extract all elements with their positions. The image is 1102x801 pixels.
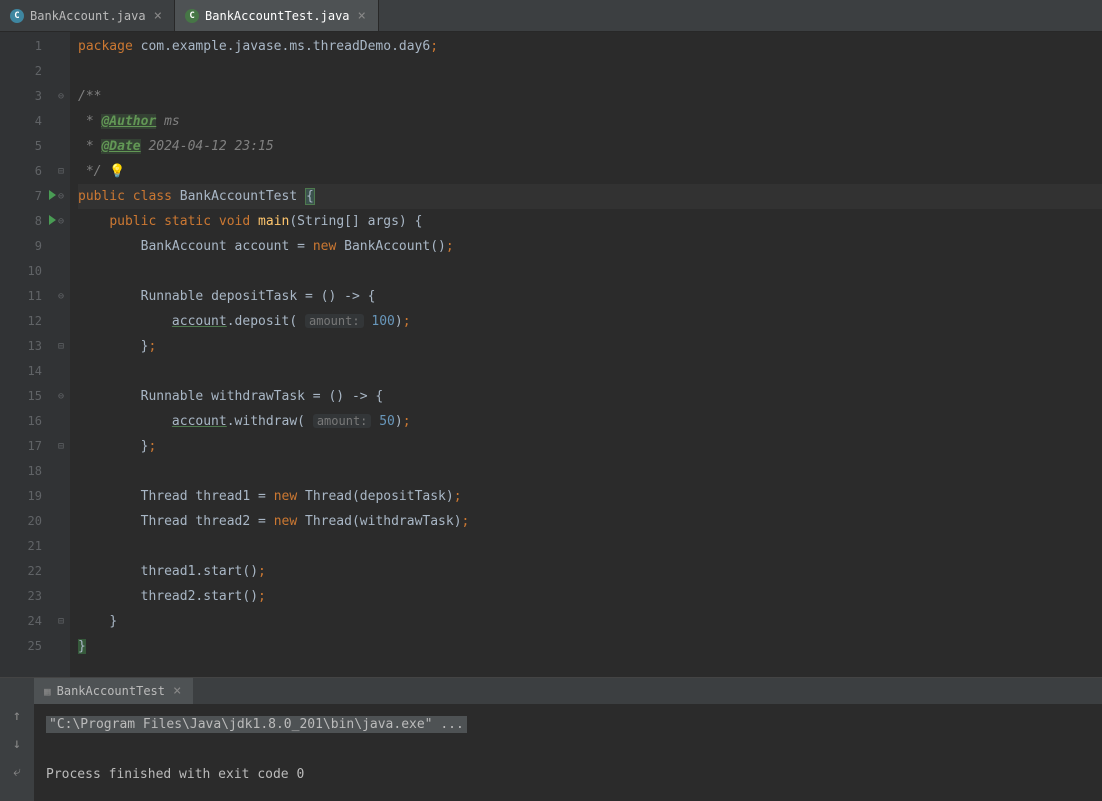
code-line[interactable]: } bbox=[78, 634, 1102, 659]
line-number: 2 bbox=[0, 59, 52, 84]
run-toolbar: ↑ ↓ ⤶ bbox=[0, 678, 34, 801]
editor-tab-bar: C BankAccount.java × C BankAccountTest.j… bbox=[0, 0, 1102, 32]
editor-area[interactable]: 1 2 3 4 5 6 7 8 9 10 11 12 13 14 15 16 1… bbox=[0, 32, 1102, 677]
code-line[interactable]: Thread thread2 = new Thread(withdrawTask… bbox=[78, 509, 1102, 534]
fold-icon[interactable]: ⊟ bbox=[52, 609, 70, 634]
line-number: 24 bbox=[0, 609, 52, 634]
fold-column: ⊖ ⊟ ⊖ ⊖ ⊖ ⊟ ⊖ ⊟ ⊟ bbox=[52, 32, 70, 677]
code-column[interactable]: package com.example.javase.ms.threadDemo… bbox=[70, 32, 1102, 677]
fold-icon[interactable]: ⊖ bbox=[52, 384, 70, 409]
code-line[interactable]: }; bbox=[78, 334, 1102, 359]
code-line[interactable]: * @Date 2024-04-12 23:15 bbox=[78, 134, 1102, 159]
line-number: 6 bbox=[0, 159, 52, 184]
code-line[interactable]: /** bbox=[78, 84, 1102, 109]
line-number: 19 bbox=[0, 484, 52, 509]
code-line[interactable]: } bbox=[78, 609, 1102, 634]
class-icon: C bbox=[10, 9, 24, 23]
tab-label: BankAccount.java bbox=[30, 9, 146, 23]
line-gutter: 1 2 3 4 5 6 7 8 9 10 11 12 13 14 15 16 1… bbox=[0, 32, 52, 677]
close-icon[interactable]: × bbox=[152, 8, 164, 24]
code-line[interactable]: account.withdraw( amount: 50); bbox=[78, 409, 1102, 434]
code-line[interactable]: public class BankAccountTest { bbox=[78, 184, 1102, 209]
code-line[interactable]: thread2.start(); bbox=[78, 584, 1102, 609]
fold-icon[interactable]: ⊖ bbox=[52, 284, 70, 309]
line-number: 10 bbox=[0, 259, 52, 284]
code-line[interactable] bbox=[78, 59, 1102, 84]
code-line[interactable]: Thread thread1 = new Thread(depositTask)… bbox=[78, 484, 1102, 509]
code-line[interactable] bbox=[78, 534, 1102, 559]
line-number: 15 bbox=[0, 384, 52, 409]
line-number: 18 bbox=[0, 459, 52, 484]
line-number: 22 bbox=[0, 559, 52, 584]
code-line[interactable]: * @Author ms bbox=[78, 109, 1102, 134]
fold-icon[interactable]: ⊟ bbox=[52, 334, 70, 359]
line-number: 21 bbox=[0, 534, 52, 559]
code-line[interactable]: BankAccount account = new BankAccount(); bbox=[78, 234, 1102, 259]
code-line[interactable]: */ 💡 bbox=[78, 159, 1102, 184]
run-tab-bar: ▦ BankAccountTest × bbox=[34, 678, 1102, 704]
console-command: "C:\Program Files\Java\jdk1.8.0_201\bin\… bbox=[46, 716, 467, 733]
line-number: 8 bbox=[0, 209, 52, 234]
line-number: 12 bbox=[0, 309, 52, 334]
line-number: 16 bbox=[0, 409, 52, 434]
code-line[interactable] bbox=[78, 359, 1102, 384]
code-line[interactable]: Runnable withdrawTask = () -> { bbox=[78, 384, 1102, 409]
run-gutter-icon[interactable] bbox=[49, 215, 56, 225]
arrow-up-icon[interactable]: ↑ bbox=[13, 708, 21, 724]
line-number: 11 bbox=[0, 284, 52, 309]
console-exit-line: Process finished with exit code 0 bbox=[46, 767, 304, 782]
console-output[interactable]: "C:\Program Files\Java\jdk1.8.0_201\bin\… bbox=[34, 704, 1102, 801]
class-run-icon: C bbox=[185, 9, 199, 23]
run-gutter-icon[interactable] bbox=[49, 190, 56, 200]
line-number: 9 bbox=[0, 234, 52, 259]
run-panel: ↑ ↓ ⤶ ▦ BankAccountTest × "C:\Program Fi… bbox=[0, 677, 1102, 801]
fold-icon[interactable]: ⊖ bbox=[52, 84, 70, 109]
line-number: 14 bbox=[0, 359, 52, 384]
line-number: 1 bbox=[0, 34, 52, 59]
code-line[interactable] bbox=[78, 459, 1102, 484]
close-icon[interactable]: × bbox=[356, 8, 368, 24]
close-icon[interactable]: × bbox=[171, 683, 183, 699]
console-icon: ▦ bbox=[44, 685, 51, 698]
code-line[interactable]: }; bbox=[78, 434, 1102, 459]
tab-bankaccounttest[interactable]: C BankAccountTest.java × bbox=[175, 0, 379, 31]
line-number: 7 bbox=[0, 184, 52, 209]
tab-bankaccount[interactable]: C BankAccount.java × bbox=[0, 0, 175, 31]
wrap-icon[interactable]: ⤶ bbox=[13, 764, 21, 780]
run-tab[interactable]: ▦ BankAccountTest × bbox=[34, 678, 193, 704]
code-line[interactable]: public static void main(String[] args) { bbox=[78, 209, 1102, 234]
fold-icon[interactable]: ⊟ bbox=[52, 159, 70, 184]
line-number: 4 bbox=[0, 109, 52, 134]
line-number: 23 bbox=[0, 584, 52, 609]
code-line[interactable]: Runnable depositTask = () -> { bbox=[78, 284, 1102, 309]
fold-icon[interactable]: ⊟ bbox=[52, 434, 70, 459]
code-line[interactable]: thread1.start(); bbox=[78, 559, 1102, 584]
line-number: 5 bbox=[0, 134, 52, 159]
run-tab-label: BankAccountTest bbox=[57, 684, 165, 698]
code-line[interactable] bbox=[78, 259, 1102, 284]
line-number: 3 bbox=[0, 84, 52, 109]
code-line[interactable]: account.deposit( amount: 100); bbox=[78, 309, 1102, 334]
arrow-down-icon[interactable]: ↓ bbox=[13, 736, 21, 752]
line-number: 25 bbox=[0, 634, 52, 659]
code-line[interactable]: package com.example.javase.ms.threadDemo… bbox=[78, 34, 1102, 59]
line-number: 17 bbox=[0, 434, 52, 459]
line-number: 20 bbox=[0, 509, 52, 534]
tab-label: BankAccountTest.java bbox=[205, 9, 350, 23]
line-number: 13 bbox=[0, 334, 52, 359]
intention-bulb-icon[interactable]: 💡 bbox=[109, 159, 125, 184]
